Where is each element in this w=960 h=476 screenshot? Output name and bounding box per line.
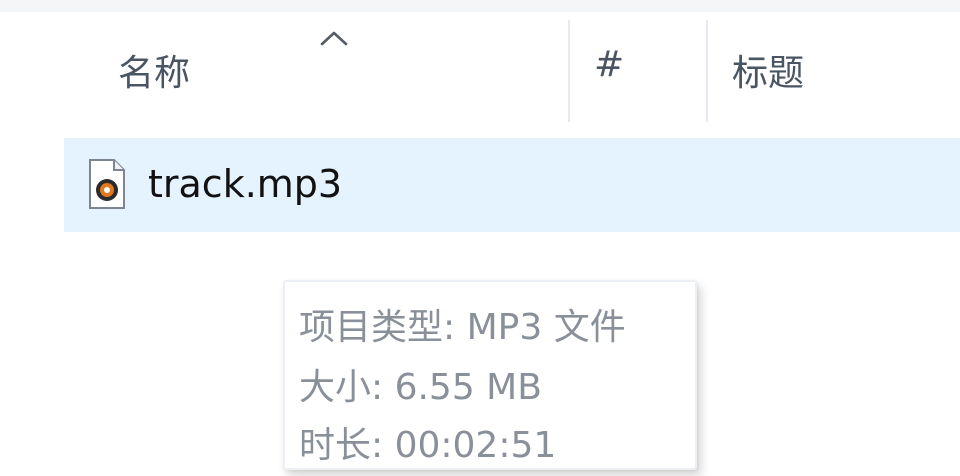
file-row-track[interactable]: track.mp3 <box>64 138 960 232</box>
file-info-tooltip: 项目类型: MP3 文件 大小: 6.55 MB 时长: 00:02:51 <box>283 280 697 470</box>
tooltip-item-type: 项目类型: MP3 文件 <box>299 307 626 348</box>
column-header-name-label: 名称 <box>118 53 191 94</box>
column-header-title[interactable]: 标题 <box>708 12 960 122</box>
column-header-bar: 名称 # 标题 <box>0 12 960 122</box>
tooltip-size: 大小: 6.55 MB <box>299 367 542 408</box>
chevron-up-icon <box>320 31 348 46</box>
column-header-name[interactable]: 名称 <box>0 12 568 122</box>
column-header-title-label: 标题 <box>732 53 805 94</box>
column-header-number-label: # <box>594 44 625 85</box>
file-name: track.mp3 <box>148 162 343 206</box>
column-header-number[interactable]: # <box>570 12 706 122</box>
mp3-file-icon <box>89 159 125 209</box>
tooltip-duration: 时长: 00:02:51 <box>299 425 557 466</box>
top-strip <box>0 0 960 12</box>
